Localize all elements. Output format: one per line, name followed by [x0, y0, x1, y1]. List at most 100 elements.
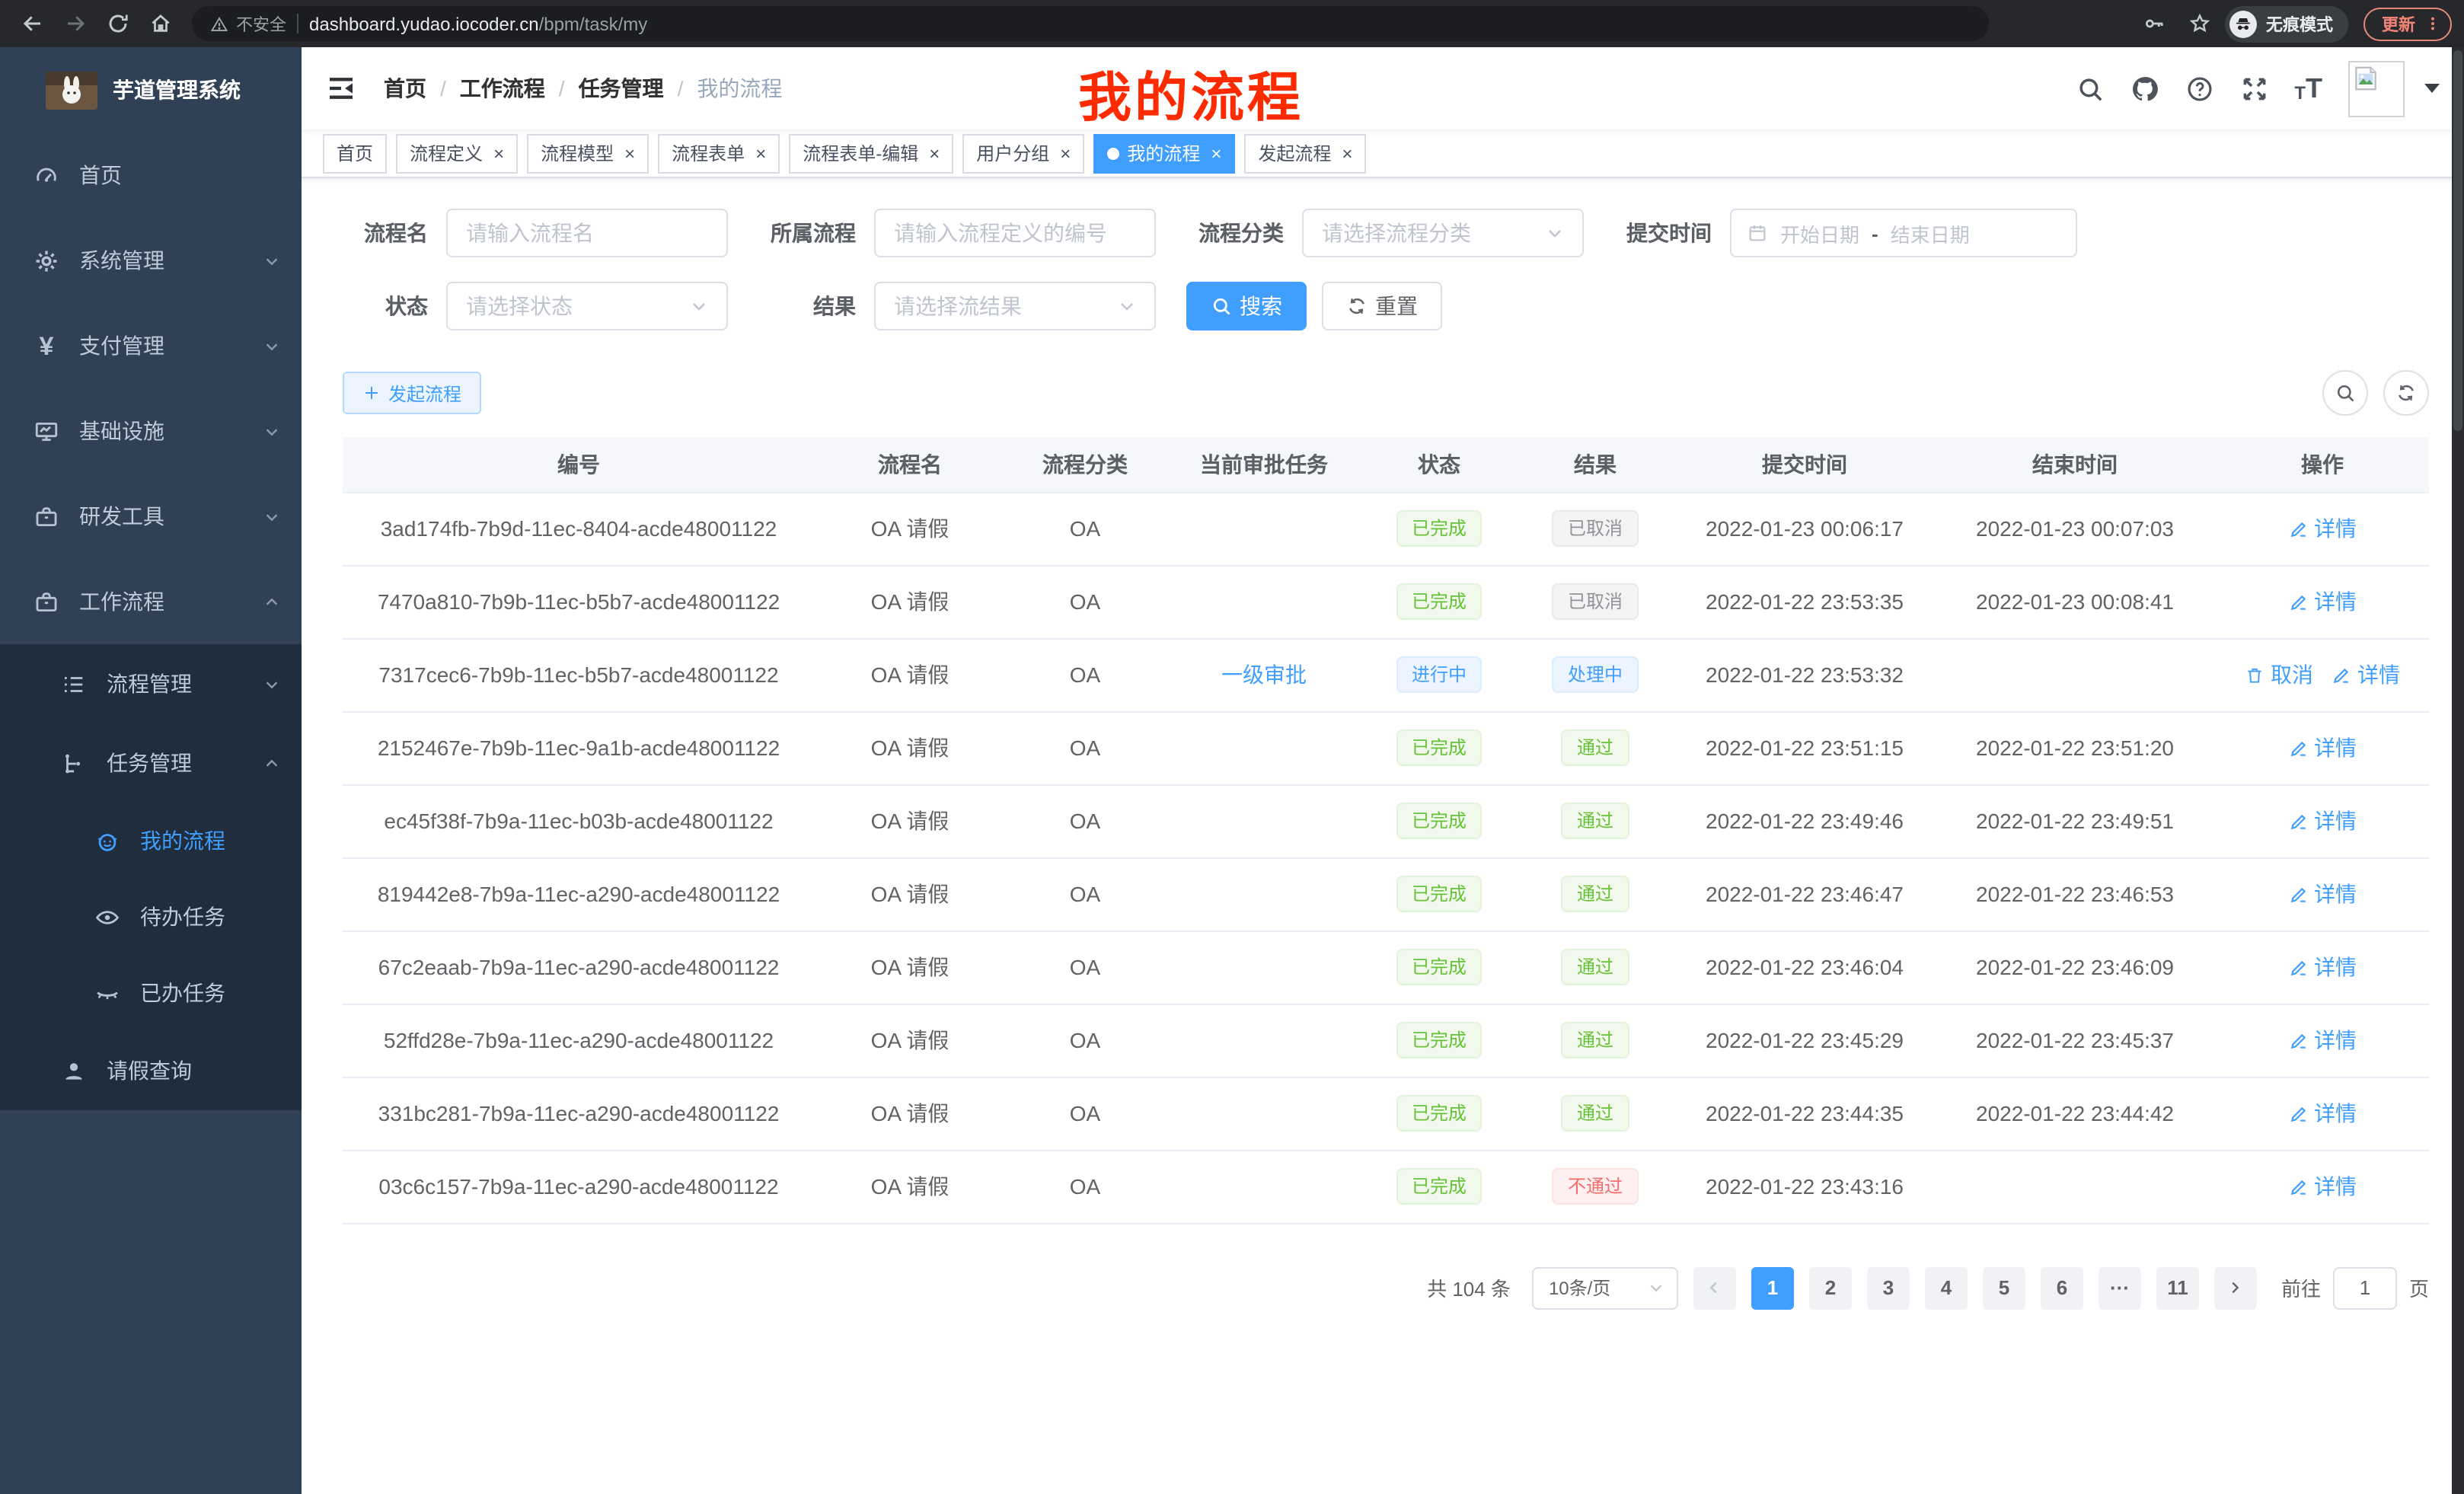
tag-process-form-edit[interactable]: 流程表单-编辑×	[789, 133, 953, 173]
incognito-badge[interactable]: 无痕模式	[2225, 5, 2348, 42]
sidebar-item-my-process[interactable]: 我的流程	[0, 803, 302, 879]
sidebar-item-task-mgmt[interactable]: 任务管理	[0, 723, 302, 803]
date-range-picker[interactable]: 开始日期 - 结束日期	[1730, 209, 2077, 257]
detail-link[interactable]: 详情	[2288, 1171, 2357, 1202]
close-icon[interactable]: ×	[1211, 144, 1221, 162]
process-definition-input[interactable]	[874, 209, 1156, 257]
detail-link[interactable]: 详情	[2288, 952, 2357, 982]
search-button[interactable]: 搜索	[1186, 282, 1307, 330]
detail-link[interactable]: 详情	[2288, 1025, 2357, 1055]
breadcrumb-task-mgmt[interactable]: 任务管理	[579, 73, 664, 104]
sidebar-fold-icon[interactable]	[326, 72, 359, 105]
tag-my-process[interactable]: 我的流程×	[1093, 133, 1235, 173]
sidebar-item-payment[interactable]: ¥ 支付管理	[0, 303, 302, 388]
current-task-link[interactable]: 一级审批	[1221, 659, 1307, 690]
tag-home[interactable]: 首页	[323, 133, 387, 173]
breadcrumb-workflow[interactable]: 工作流程	[460, 73, 545, 104]
fullscreen-icon[interactable]	[2239, 74, 2268, 103]
bookmark-star-icon[interactable]	[2179, 4, 2219, 43]
reset-button[interactable]: 重置	[1322, 282, 1442, 330]
result-select[interactable]: 请选择流结果	[874, 282, 1156, 330]
help-icon[interactable]	[2185, 74, 2213, 103]
close-icon[interactable]: ×	[755, 144, 766, 162]
font-size-icon[interactable]: TT	[2294, 75, 2322, 102]
end-date-placeholder[interactable]: 结束日期	[1891, 219, 1970, 247]
page-button-2[interactable]: 2	[1809, 1266, 1852, 1309]
page-button-3[interactable]: 3	[1867, 1266, 1910, 1309]
next-page-button[interactable]	[2214, 1266, 2257, 1309]
start-process-button[interactable]: 发起流程	[343, 372, 481, 414]
sidebar-item-leave-query[interactable]: 请假查询	[0, 1031, 302, 1110]
process-name-input[interactable]	[446, 209, 728, 257]
table-row: 52ffd28e-7b9a-11ec-a290-acde48001122 OA …	[343, 1004, 2429, 1077]
scrollbar-thumb[interactable]	[2453, 50, 2462, 431]
kebab-menu-icon[interactable]	[2424, 15, 2441, 32]
detail-link[interactable]: 详情	[2288, 733, 2357, 763]
table-row: 3ad174fb-7b9d-11ec-8404-acde48001122 OA …	[343, 492, 2429, 565]
tag-start-process[interactable]: 发起流程×	[1244, 133, 1366, 173]
status-select[interactable]: 请选择状态	[446, 282, 728, 330]
update-button[interactable]: 更新	[2363, 7, 2452, 40]
page-button-1[interactable]: 1	[1751, 1266, 1794, 1309]
home-icon[interactable]	[140, 4, 180, 43]
tag-label: 用户分组	[976, 140, 1049, 166]
tag-process-form[interactable]: 流程表单×	[658, 133, 780, 173]
close-icon[interactable]: ×	[1342, 144, 1352, 162]
detail-link[interactable]: 详情	[2288, 513, 2357, 544]
category-select[interactable]: 请选择流程分类	[1302, 209, 1584, 257]
security-indicator[interactable]: 不安全	[210, 11, 286, 36]
tag-process-model[interactable]: 流程模型×	[527, 133, 649, 173]
detail-link[interactable]: 详情	[2288, 1098, 2357, 1128]
sidebar-item-home[interactable]: 首页	[0, 132, 302, 218]
sidebar-item-done-tasks[interactable]: 已办任务	[0, 955, 302, 1031]
sidebar-item-system[interactable]: 系统管理	[0, 218, 302, 303]
avatar[interactable]	[2348, 60, 2405, 117]
page-size-select[interactable]: 10条/页	[1532, 1266, 1678, 1309]
cell-category: OA	[1005, 638, 1165, 711]
select-placeholder: 请选择流结果	[894, 291, 1109, 321]
search-icon[interactable]	[2075, 74, 2104, 103]
page-button-4[interactable]: 4	[1925, 1266, 1968, 1309]
sidebar-item-workflow[interactable]: 工作流程	[0, 559, 302, 644]
cell-status: 进行中	[1363, 638, 1515, 711]
url-bar[interactable]: 不安全 dashboard.yudao.iocoder.cn/bpm/task/…	[192, 6, 1989, 41]
detail-link[interactable]: 详情	[2288, 879, 2357, 909]
close-icon[interactable]: ×	[624, 144, 635, 162]
sidebar-item-infra[interactable]: 基础设施	[0, 388, 302, 474]
detail-link[interactable]: 详情	[2288, 586, 2357, 617]
process-name-field[interactable]	[466, 221, 708, 245]
app-logo-row[interactable]: 芋道管理系统	[0, 47, 302, 132]
close-icon[interactable]: ×	[493, 144, 504, 162]
reload-icon[interactable]	[97, 4, 137, 43]
close-icon[interactable]: ×	[929, 144, 940, 162]
avatar-dropdown-icon[interactable]	[2424, 84, 2440, 93]
cell-name: OA 请假	[815, 638, 1005, 711]
table-search-toggle-button[interactable]	[2322, 370, 2368, 416]
process-definition-field[interactable]	[894, 221, 1136, 245]
detail-link[interactable]: 详情	[2332, 659, 2400, 690]
prev-page-button[interactable]	[1693, 1266, 1736, 1309]
back-icon[interactable]	[12, 4, 52, 43]
sidebar-item-process-mgmt[interactable]: 流程管理	[0, 644, 302, 723]
page-button-5[interactable]: 5	[1983, 1266, 2025, 1309]
jump-input[interactable]	[2333, 1266, 2397, 1309]
tag-user-group[interactable]: 用户分组 ×	[962, 133, 1084, 173]
sidebar-item-todo-tasks[interactable]: 待办任务	[0, 879, 302, 955]
github-icon[interactable]	[2130, 74, 2159, 103]
page-ellipsis[interactable]: ···	[2099, 1266, 2141, 1309]
chevron-down-icon	[263, 337, 280, 354]
start-date-placeholder[interactable]: 开始日期	[1780, 219, 1859, 247]
password-key-icon[interactable]	[2134, 4, 2173, 43]
table-refresh-button[interactable]	[2383, 370, 2429, 416]
detail-link[interactable]: 详情	[2288, 806, 2357, 836]
sidebar-item-label: 待办任务	[140, 902, 225, 932]
page-button-11[interactable]: 11	[2156, 1266, 2199, 1309]
close-icon[interactable]: ×	[1060, 144, 1071, 162]
browser-scrollbar[interactable]	[2452, 47, 2464, 1494]
tag-process-definition[interactable]: 流程定义×	[396, 133, 518, 173]
breadcrumb-home[interactable]: 首页	[384, 73, 426, 104]
page-button-6[interactable]: 6	[2041, 1266, 2083, 1309]
sidebar-item-devtools[interactable]: 研发工具	[0, 474, 302, 559]
cancel-link[interactable]: 取消	[2245, 659, 2313, 690]
forward-icon[interactable]	[55, 4, 94, 43]
